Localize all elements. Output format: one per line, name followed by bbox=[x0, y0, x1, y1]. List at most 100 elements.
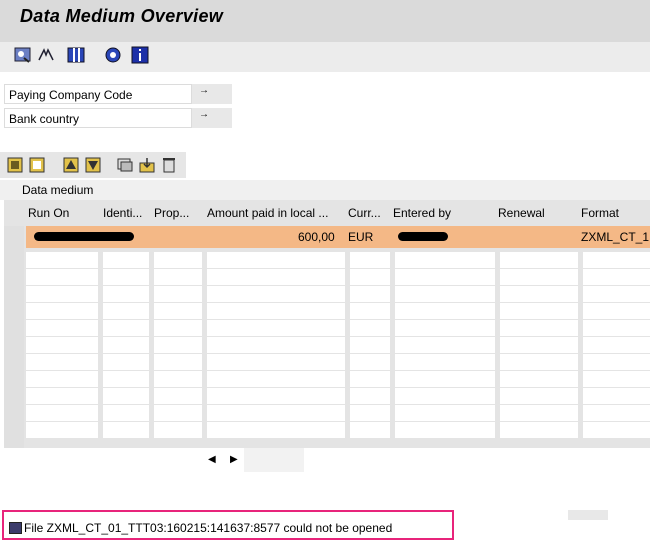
empty-cell bbox=[500, 337, 578, 353]
redacted-entered-by bbox=[398, 232, 448, 241]
deselect-all-icon[interactable] bbox=[28, 156, 46, 173]
currency-cell: EUR bbox=[348, 230, 374, 244]
column-header-amount-paid[interactable]: Amount paid in local ... bbox=[207, 206, 347, 220]
empty-cell bbox=[207, 303, 345, 319]
scroll-left-icon[interactable]: ◀ bbox=[208, 454, 216, 465]
application-toolbar bbox=[0, 42, 650, 72]
select-all-icon[interactable] bbox=[6, 156, 24, 173]
empty-cell bbox=[500, 269, 578, 285]
empty-cell bbox=[103, 320, 149, 336]
title-bar: Data Medium Overview bbox=[0, 0, 650, 42]
empty-cell bbox=[103, 269, 149, 285]
empty-cell bbox=[154, 252, 202, 268]
empty-cell bbox=[395, 388, 495, 404]
download-icon[interactable] bbox=[138, 156, 156, 173]
info-icon[interactable] bbox=[131, 46, 149, 64]
filter-icon[interactable] bbox=[37, 46, 55, 64]
empty-cell bbox=[26, 388, 98, 404]
bank-country-row: Bank country → bbox=[4, 108, 232, 128]
empty-cell bbox=[583, 320, 650, 336]
empty-cell bbox=[26, 337, 98, 353]
empty-cell bbox=[350, 286, 390, 302]
empty-cell bbox=[500, 303, 578, 319]
amount-cell: 600,00 bbox=[298, 230, 335, 244]
empty-cell bbox=[350, 405, 390, 421]
empty-cell bbox=[154, 337, 202, 353]
alv-toolbar bbox=[0, 152, 186, 178]
empty-cell bbox=[350, 422, 390, 438]
row-selector-column[interactable] bbox=[4, 226, 24, 454]
empty-cell bbox=[26, 286, 98, 302]
empty-cell bbox=[154, 354, 202, 370]
sort-ascending-icon[interactable] bbox=[62, 156, 80, 173]
column-header-format[interactable]: Format bbox=[581, 206, 647, 220]
empty-cell bbox=[395, 405, 495, 421]
empty-cell bbox=[154, 286, 202, 302]
empty-cell bbox=[583, 354, 650, 370]
empty-cell bbox=[26, 269, 98, 285]
status-bar-corner bbox=[568, 510, 608, 520]
column-header-renewal[interactable]: Renewal bbox=[498, 206, 576, 220]
format-cell: ZXML_CT_1 bbox=[581, 230, 650, 244]
empty-cell bbox=[207, 354, 345, 370]
empty-cell bbox=[395, 320, 495, 336]
column-header-proposal[interactable]: Prop... bbox=[154, 206, 202, 220]
column-header-identification[interactable]: Identi... bbox=[103, 206, 149, 220]
scroll-thumb[interactable] bbox=[244, 448, 304, 472]
empty-cell bbox=[154, 422, 202, 438]
empty-cell bbox=[583, 252, 650, 268]
empty-cell bbox=[350, 337, 390, 353]
empty-cell bbox=[103, 422, 149, 438]
empty-cell bbox=[350, 388, 390, 404]
empty-cell bbox=[500, 354, 578, 370]
empty-cell bbox=[500, 388, 578, 404]
empty-cell bbox=[207, 337, 345, 353]
scroll-right-icon[interactable]: ▶ bbox=[230, 454, 238, 465]
empty-cell bbox=[103, 337, 149, 353]
empty-cell bbox=[395, 337, 495, 353]
empty-cell bbox=[207, 405, 345, 421]
sort-descending-icon[interactable] bbox=[84, 156, 102, 173]
horizontal-scrollbar[interactable]: ◀ ▶ bbox=[4, 448, 650, 472]
empty-cell bbox=[207, 388, 345, 404]
table-row[interactable]: 600,00 EUR ZXML_CT_1 bbox=[26, 226, 650, 248]
empty-table-row bbox=[26, 320, 650, 336]
paying-company-code-multiselect-button[interactable]: → bbox=[198, 84, 210, 104]
empty-cell bbox=[583, 286, 650, 302]
empty-table-row bbox=[26, 252, 650, 268]
delete-icon[interactable] bbox=[160, 156, 178, 173]
empty-cell bbox=[500, 422, 578, 438]
empty-cell bbox=[500, 320, 578, 336]
empty-cell bbox=[395, 269, 495, 285]
empty-cell bbox=[103, 405, 149, 421]
empty-cell bbox=[395, 371, 495, 387]
empty-table-row bbox=[26, 337, 650, 353]
column-header-currency[interactable]: Curr... bbox=[348, 206, 388, 220]
column-header-run-on[interactable]: Run On bbox=[28, 206, 98, 220]
empty-cell bbox=[103, 371, 149, 387]
empty-cell bbox=[350, 303, 390, 319]
empty-cell bbox=[207, 269, 345, 285]
empty-cell bbox=[583, 422, 650, 438]
empty-cell bbox=[500, 252, 578, 268]
display-icon[interactable] bbox=[116, 156, 134, 173]
empty-cell bbox=[26, 354, 98, 370]
data-medium-label: Data medium bbox=[22, 183, 94, 197]
empty-cell bbox=[583, 337, 650, 353]
status-message-text: File ZXML_CT_01_TTT03:160215:141637:8577… bbox=[24, 521, 393, 535]
empty-table-row bbox=[26, 354, 650, 370]
settings-icon[interactable] bbox=[104, 46, 122, 64]
empty-cell bbox=[103, 303, 149, 319]
paying-company-code-row: Paying Company Code → bbox=[4, 84, 232, 104]
column-header-entered-by[interactable]: Entered by bbox=[393, 206, 493, 220]
page-title: Data Medium Overview bbox=[20, 6, 224, 26]
bank-country-multiselect-button[interactable]: → bbox=[198, 108, 210, 128]
empty-cell bbox=[583, 388, 650, 404]
refresh-icon[interactable] bbox=[14, 46, 32, 64]
empty-cell bbox=[395, 252, 495, 268]
bank-country-label: Bank country bbox=[4, 108, 192, 128]
empty-cell bbox=[103, 354, 149, 370]
data-medium-panel-header: Data medium bbox=[0, 180, 650, 200]
columns-icon[interactable] bbox=[67, 46, 85, 64]
empty-table-row bbox=[26, 388, 650, 404]
